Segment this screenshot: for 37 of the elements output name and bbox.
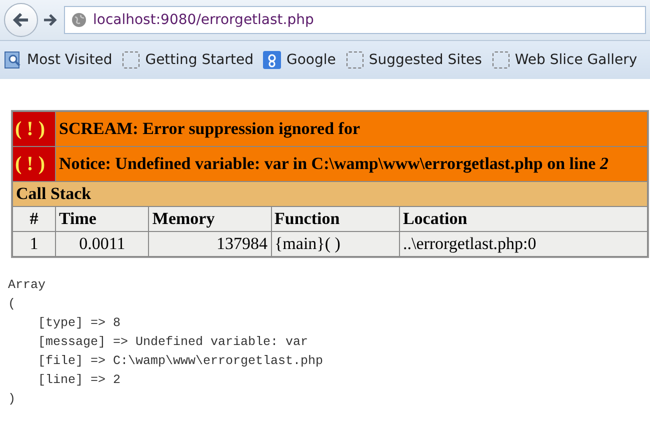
column-header: Location: [400, 207, 647, 231]
address-bar[interactable]: localhost:9080/errorgetlast.php: [64, 6, 646, 34]
forward-arrow-icon: [43, 13, 59, 27]
bookmark-link[interactable]: Getting Started: [122, 51, 254, 69]
bookmark-link[interactable]: Web Slice Gallery: [492, 51, 638, 69]
page-icon: [346, 51, 364, 69]
globe-icon: [71, 12, 87, 28]
error-message: SCREAM: Error suppression ignored for: [56, 112, 647, 146]
table-cell: 0.0011: [56, 232, 148, 256]
column-header: Function: [272, 207, 399, 231]
output-line: [file] => C:\wamp\www\errorgetlast.php: [37, 353, 324, 370]
output-line: (: [8, 296, 17, 313]
column-header: #: [13, 207, 55, 231]
table-cell: 1: [13, 232, 55, 256]
call-stack-title: Call Stack: [13, 182, 647, 206]
output-line: Array: [8, 277, 47, 294]
column-header: Time: [56, 207, 148, 231]
table-cell: ..\errorgetlast.php:0: [400, 232, 647, 256]
bookmark-link[interactable]: Google: [263, 51, 336, 69]
column-header: Memory: [149, 207, 271, 231]
output-line: [line] => 2: [37, 372, 122, 389]
output-line: ): [8, 391, 17, 408]
output-line: [message] => Undefined variable: var: [37, 334, 310, 351]
back-arrow-icon: [12, 12, 30, 28]
back-button[interactable]: [4, 3, 38, 37]
warning-icon: ( ! ): [13, 147, 55, 181]
page-icon: [122, 51, 140, 69]
bookmark-link[interactable]: Suggested Sites: [346, 51, 482, 69]
warning-icon: ( ! ): [13, 112, 55, 146]
error-message: Notice: Undefined variable: var in C:\wamp\www\errorgetlast.php on line 2: [56, 147, 647, 181]
table-cell: 137984: [149, 232, 271, 256]
page-icon: [492, 51, 510, 69]
output-line: [type] => 8: [37, 315, 122, 332]
table-cell: {main}( ): [272, 232, 399, 256]
bookmarks-icon: [4, 51, 22, 69]
bookmark-link[interactable]: Most Visited: [4, 51, 112, 69]
url-text: localhost:9080/errorgetlast.php: [93, 12, 314, 28]
